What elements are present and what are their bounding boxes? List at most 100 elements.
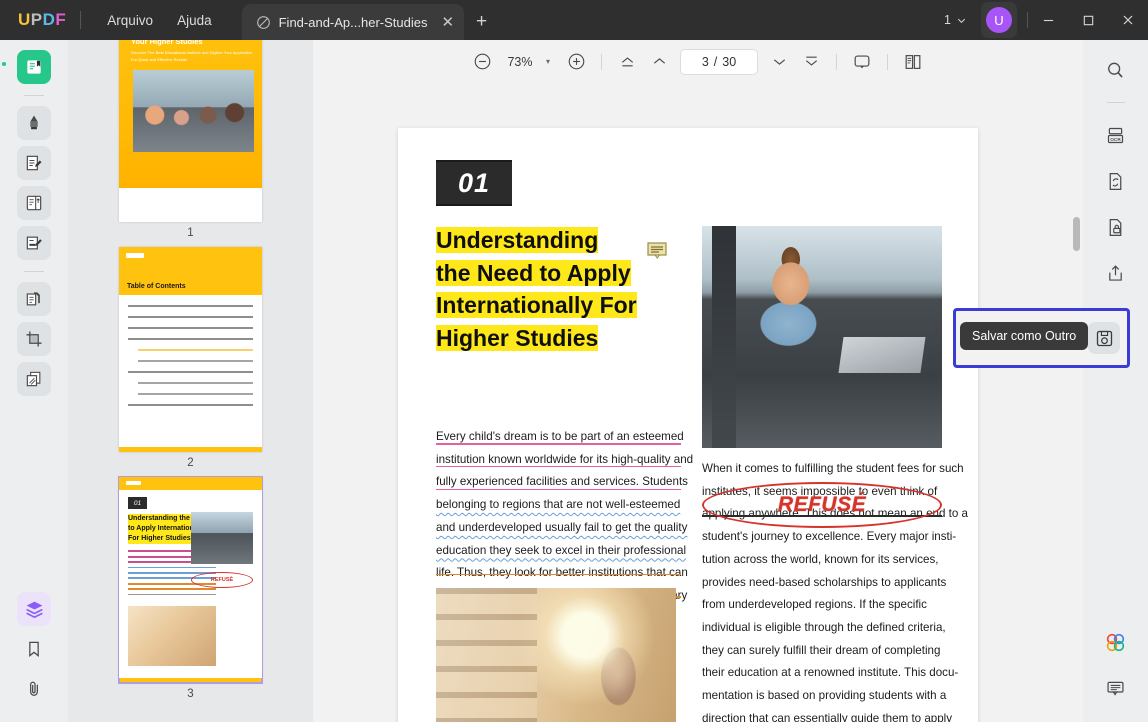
- first-page-button[interactable]: [612, 48, 642, 76]
- thumb3-stamp-text: REFUSÉ: [210, 577, 234, 583]
- sidebar-item-layers[interactable]: [17, 592, 51, 626]
- sidebar-item-annotate[interactable]: [17, 226, 51, 260]
- thumbnail-panel[interactable]: Your Higher Studies Discover The Best Ed…: [68, 40, 313, 722]
- thumbnail-preview: Your Higher Studies Discover The Best Ed…: [119, 40, 262, 222]
- vertical-scrollbar[interactable]: [1073, 133, 1080, 722]
- maximize-button[interactable]: [1068, 0, 1108, 40]
- layers-icon: [25, 601, 43, 618]
- thumb2-title: Table of Contents: [127, 283, 186, 290]
- menu-ajuda[interactable]: Ajuda: [165, 8, 224, 33]
- toc-line: [128, 305, 253, 307]
- toc-line: [138, 349, 253, 351]
- text-line: education they seek to excel in their pr…: [436, 543, 687, 557]
- tab-close-icon[interactable]: ✕: [441, 15, 454, 30]
- search-button[interactable]: [1100, 54, 1132, 86]
- save-as-other-button[interactable]: [1088, 322, 1120, 354]
- ocr-icon: OCR: [1107, 127, 1124, 143]
- page-header-bar: [119, 477, 262, 490]
- ocr-button[interactable]: OCR: [1100, 119, 1132, 151]
- sidebar-item-edit-pdf[interactable]: [17, 146, 51, 180]
- tab-strip: Find-and-Ap...her-Studies ✕ +: [241, 0, 500, 40]
- annotate-icon: [26, 236, 42, 250]
- convert-button[interactable]: [1100, 165, 1132, 197]
- zoom-level[interactable]: 73%: [500, 55, 540, 69]
- sidebar-item-batch[interactable]: [17, 362, 51, 396]
- text-line: their education at a renowned institute.…: [702, 666, 959, 680]
- text-line: fully experienced facilities and service…: [436, 471, 688, 494]
- thumbnail-number: 1: [187, 227, 194, 239]
- note-icon: [647, 242, 667, 259]
- pdf-page[interactable]: 01 Understanding the Need to Apply Inter…: [398, 128, 978, 722]
- toc-line: [128, 316, 253, 318]
- protect-button[interactable]: [1100, 211, 1132, 243]
- tab-count[interactable]: 1: [944, 13, 967, 27]
- thumbnail-number: 3: [187, 688, 194, 700]
- next-page-icon: [773, 59, 785, 65]
- paperclip-icon: [30, 681, 38, 696]
- last-page-button[interactable]: [796, 48, 826, 76]
- right-tool-rail: OCR: [1083, 40, 1148, 722]
- sidebar-item-attachments[interactable]: [17, 672, 51, 706]
- right-column-text[interactable]: When it comes to fulfilling the student …: [702, 458, 968, 722]
- prev-page-icon: [653, 58, 665, 64]
- updf-logo: UPDF: [18, 10, 67, 29]
- page-footer-bar: [119, 678, 262, 683]
- minimize-button[interactable]: [1028, 0, 1068, 40]
- text-line: and underdeveloped usually fail to get t…: [436, 520, 688, 534]
- zoom-out-icon: [475, 53, 491, 70]
- cover-photo: [133, 69, 254, 152]
- share-icon: [1109, 264, 1122, 281]
- document-viewer: 73% ▾ 3 / 30 01 Understanding the Need t…: [313, 40, 1083, 722]
- sidebar-item-convert[interactable]: [17, 282, 51, 316]
- sticky-note-annotation[interactable]: [646, 240, 668, 267]
- page-canvas[interactable]: 01 Understanding the Need to Apply Inter…: [313, 83, 1083, 722]
- sidebar-item-crop[interactable]: [17, 322, 51, 356]
- menu-arquivo[interactable]: Arquivo: [95, 8, 165, 33]
- account-button[interactable]: U: [981, 2, 1017, 38]
- left-tool-rail: [0, 40, 68, 722]
- last-page-icon: [805, 56, 817, 66]
- sidebar-item-highlight[interactable]: [17, 106, 51, 140]
- close-button[interactable]: [1108, 0, 1148, 40]
- search-icon: [1108, 62, 1123, 78]
- ai-assistant-button[interactable]: [1100, 626, 1132, 658]
- heading-line-2: the Need to Apply: [436, 259, 631, 286]
- thumbnail-preview: 01 Understanding the Need to Apply Inter…: [118, 476, 263, 684]
- reading-mode-button[interactable]: [898, 48, 928, 76]
- thumbnail-page-1[interactable]: Your Higher Studies Discover The Best Ed…: [119, 40, 262, 239]
- reader-icon: [27, 60, 41, 74]
- zoom-out-button[interactable]: [468, 48, 498, 76]
- heading-line-4: Higher Studies: [436, 324, 599, 351]
- text-line: they can surely fulfill their dream of c…: [702, 643, 941, 657]
- next-page-button[interactable]: [764, 48, 794, 76]
- document-tab[interactable]: Find-and-Ap...her-Studies ✕: [241, 4, 465, 40]
- zoom-in-button[interactable]: [561, 48, 591, 76]
- text-line: life. Thus, they look for better institu…: [436, 562, 688, 585]
- active-indicator: [2, 62, 6, 66]
- text-line: from underdeveloped regions. If the spec…: [702, 598, 927, 612]
- text-line: When it comes to fulfilling the student …: [702, 462, 964, 475]
- sidebar-item-organize-pages[interactable]: [17, 186, 51, 220]
- toc-header: Table of Contents: [119, 247, 262, 295]
- sidebar-item-bookmarks[interactable]: [17, 632, 51, 666]
- share-button[interactable]: [1100, 257, 1132, 289]
- previous-page-button[interactable]: [644, 48, 674, 76]
- text-line: provides need-based scholarships to appl…: [702, 575, 947, 589]
- zoom-dropdown-caret[interactable]: ▾: [542, 57, 559, 66]
- scrollbar-thumb[interactable]: [1073, 217, 1080, 251]
- refuse-stamp-annotation[interactable]: REFUSÉ: [702, 482, 942, 528]
- page-number-input[interactable]: 3 / 30: [680, 48, 758, 75]
- lock-document-icon: [1109, 218, 1122, 236]
- text-line: belonging to regions that are not well-e…: [436, 498, 681, 512]
- text-line: institution known worldwide for its high…: [436, 449, 693, 472]
- viewer-toolbar: 73% ▾ 3 / 30: [313, 40, 1083, 83]
- sidebar-item-reader[interactable]: [17, 50, 51, 84]
- thumbnail-page-3[interactable]: 01 Understanding the Need to Apply Inter…: [118, 476, 263, 700]
- thumbnail-number: 2: [187, 457, 194, 469]
- text-line: tution across the world, known for its s…: [702, 552, 939, 566]
- toc-line: [138, 360, 253, 362]
- comments-button[interactable]: [1100, 672, 1132, 704]
- new-tab-button[interactable]: +: [464, 11, 499, 33]
- thumbnail-page-2[interactable]: Table of Contents 2: [119, 247, 262, 469]
- presentation-button[interactable]: [847, 48, 877, 76]
